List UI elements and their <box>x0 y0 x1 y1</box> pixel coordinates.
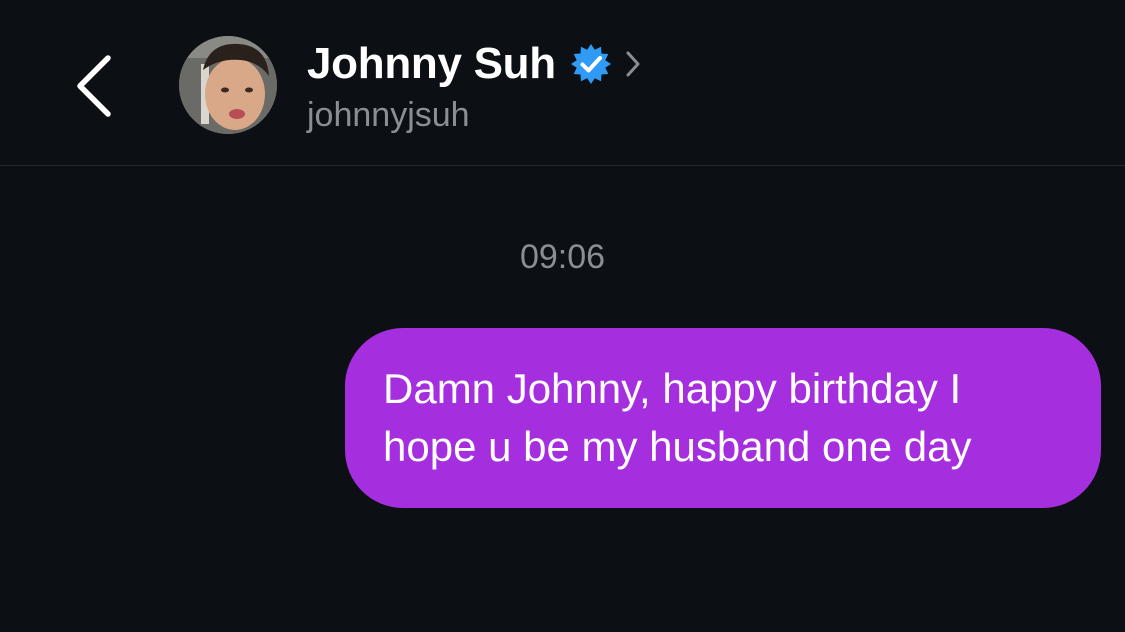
sent-message-bubble[interactable]: Damn Johnny, happy birthday I hope u be … <box>345 328 1101 508</box>
username: johnnyjsuh <box>307 96 470 134</box>
display-name: Johnny Suh <box>307 39 556 88</box>
conversation-header: Johnny Suh johnnyjsuh <box>0 0 1125 166</box>
back-button[interactable] <box>64 46 126 124</box>
chevron-left-icon <box>77 55 111 117</box>
dm-conversation-screen: Johnny Suh johnnyjsuh 09:06 Damn Johnny,… <box>0 0 1125 632</box>
avatar[interactable] <box>179 36 277 134</box>
message-timestamp: 09:06 <box>519 238 606 276</box>
message-text-line: Damn Johnny, happy birthday I <box>383 365 962 412</box>
profile-name-row[interactable]: Johnny Suh <box>307 36 642 92</box>
chevron-right-icon <box>624 48 642 80</box>
avatar-image <box>179 36 277 134</box>
message-text-line: hope u be my husband one day <box>383 423 972 470</box>
verified-badge-icon <box>570 43 612 85</box>
